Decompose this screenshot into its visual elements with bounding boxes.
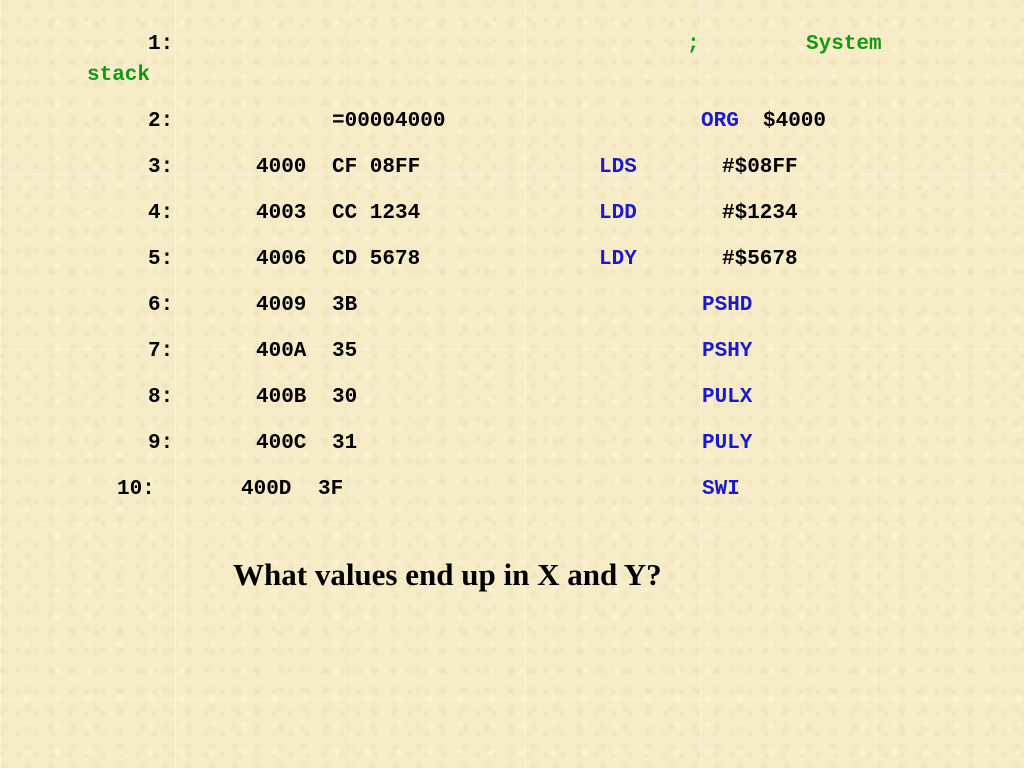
object-code: 30 [332, 386, 358, 409]
object-code: CC 1234 [332, 202, 421, 225]
mnemonic: SWI [702, 478, 740, 501]
address: 4000 [256, 156, 307, 179]
address: 400B [256, 386, 307, 409]
line-number: 4: [148, 202, 174, 225]
mnemonic: LDD [599, 202, 637, 225]
address: 400C [256, 432, 307, 455]
object-code: 35 [332, 340, 358, 363]
address: 4009 [256, 294, 307, 317]
line-number: 3: [148, 156, 174, 179]
line-number: 2: [148, 110, 174, 133]
line-number: 6: [148, 294, 174, 317]
mnemonic: LDY [599, 248, 637, 271]
comment-semicolon: ; [687, 33, 700, 56]
object-code: CF 08FF [332, 156, 421, 179]
line-number: 9: [148, 432, 174, 455]
address: 400A [256, 340, 307, 363]
object-code: 31 [332, 432, 358, 455]
operand: #$5678 [722, 248, 798, 271]
line-number: 1: [148, 33, 174, 56]
object-code: 3B [332, 294, 358, 317]
object-code: CD 5678 [332, 248, 421, 271]
mnemonic: PSHD [702, 294, 753, 317]
mnemonic: PULX [702, 386, 753, 409]
comment-text: System [806, 33, 882, 56]
object-code: =00004000 [332, 110, 446, 133]
question-text: What values end up in X and Y? [233, 557, 662, 592]
address: 4003 [256, 202, 307, 225]
line-number: 10: [117, 478, 155, 501]
operand: #$1234 [722, 202, 798, 225]
mnemonic: PSHY [702, 340, 753, 363]
mnemonic: ORG [701, 110, 739, 133]
address: 4006 [256, 248, 307, 271]
address: 400D [241, 478, 292, 501]
operand: #$08FF [722, 156, 798, 179]
mnemonic: LDS [599, 156, 637, 179]
line-number: 8: [148, 386, 174, 409]
line-number: 7: [148, 340, 174, 363]
object-code: 3F [318, 478, 344, 501]
line-number: 5: [148, 248, 174, 271]
operand: $4000 [763, 110, 827, 133]
comment-text-wrap: stack [87, 64, 151, 87]
mnemonic: PULY [702, 432, 753, 455]
